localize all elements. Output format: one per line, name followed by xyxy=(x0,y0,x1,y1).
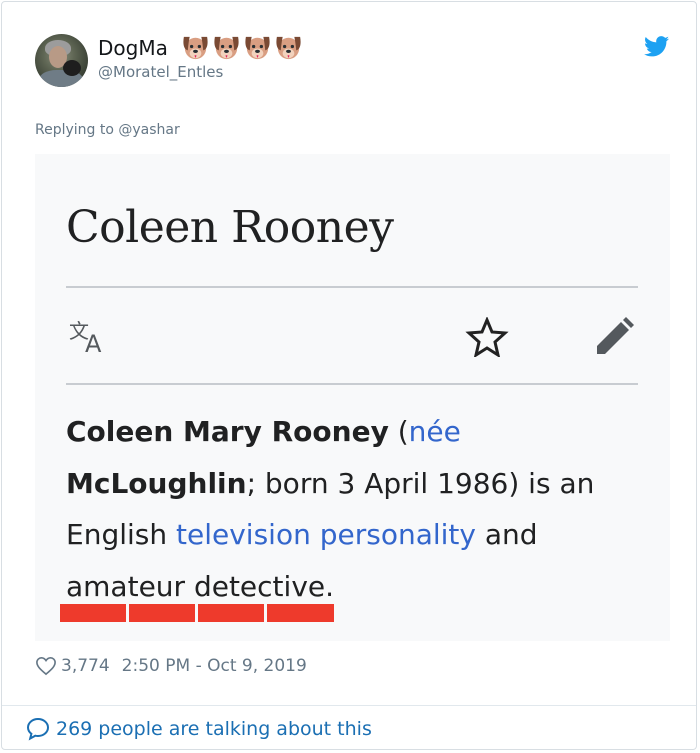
red-underline-segment xyxy=(60,604,126,622)
wiki-page-title: Coleen Rooney xyxy=(66,202,394,253)
talking-about-text[interactable]: 269 people are talking about this xyxy=(56,718,372,740)
name-emojis xyxy=(180,31,304,63)
text-fragment: and xyxy=(475,518,538,551)
footer-divider xyxy=(2,705,696,706)
divider xyxy=(66,383,638,385)
like-count[interactable]: 3,774 xyxy=(61,656,110,676)
wiki-intro-paragraph: Coleen Mary Rooney (née McLoughlin; born … xyxy=(66,406,646,612)
heart-icon[interactable] xyxy=(35,656,57,676)
pencil-icon xyxy=(597,317,634,354)
tweet-image[interactable]: Coleen Rooney 文 A Coleen Mary Rooney (né… xyxy=(35,154,670,641)
translate-icon: 文 A xyxy=(69,319,102,354)
display-name[interactable]: DogMa xyxy=(98,35,168,61)
twitter-bird-icon[interactable] xyxy=(644,36,669,57)
wiki-bold-maiden-name: McLoughlin xyxy=(66,466,247,500)
dog-face-icon xyxy=(276,36,301,60)
television-personality-link: television personality xyxy=(176,518,476,551)
star-icon xyxy=(465,317,509,357)
reply-bubble-icon xyxy=(26,717,50,741)
red-underline-segment xyxy=(129,604,195,622)
divider xyxy=(66,286,638,288)
dog-face-icon xyxy=(214,36,239,60)
wiki-bold-name: Coleen Mary Rooney xyxy=(66,415,389,448)
replying-to: Replying to @yashar xyxy=(35,122,180,138)
tweet-timestamp[interactable]: 2:50 PM - Oct 9, 2019 xyxy=(122,656,307,676)
red-underline-segment xyxy=(198,604,264,622)
tweet-meta: 3,774 2:50 PM - Oct 9, 2019 xyxy=(35,654,307,678)
dog-face-icon xyxy=(245,36,270,60)
amateur-detective-text: amateur detective. xyxy=(66,569,335,603)
user-handle[interactable]: @Moratel_Entles xyxy=(98,63,223,81)
replying-to-link[interactable]: @yashar xyxy=(118,122,179,138)
avatar[interactable] xyxy=(35,34,88,87)
svg-text:A: A xyxy=(85,330,102,354)
tweet-card: DogMa @Moratel_Entles Replying to @yasha… xyxy=(1,1,697,750)
dog-face-icon xyxy=(183,36,208,60)
text-fragment: ( xyxy=(388,415,409,448)
nee-link: née xyxy=(408,415,461,448)
replying-prefix: Replying to xyxy=(35,122,119,138)
talking-about-link[interactable]: 269 people are talking about this xyxy=(26,717,372,741)
red-underline-segment xyxy=(267,604,334,622)
